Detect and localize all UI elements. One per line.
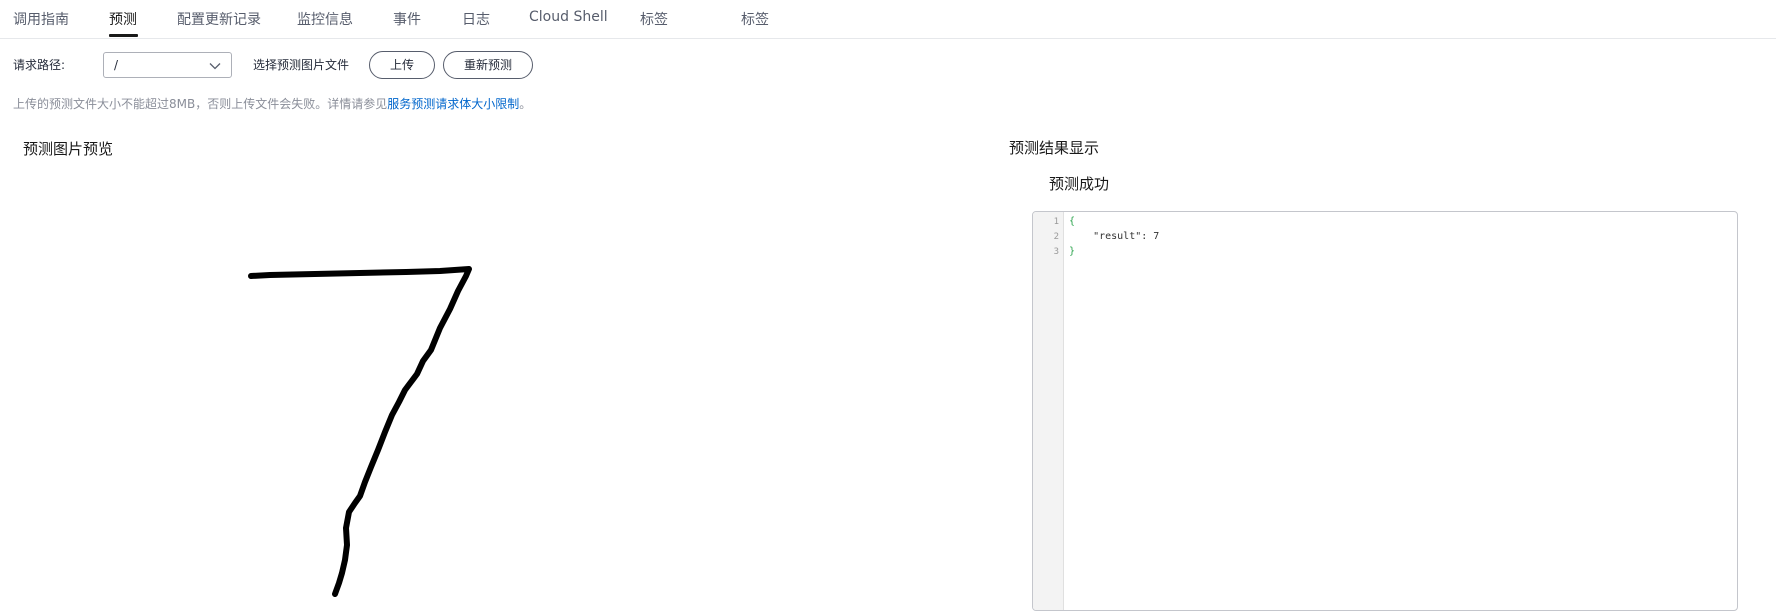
- select-file-label: 选择预测图片文件: [253, 58, 350, 72]
- tab-logs[interactable]: 日志: [462, 9, 490, 29]
- hint-suffix: 。: [519, 97, 532, 111]
- tab-monitoring[interactable]: 监控信息: [297, 9, 353, 29]
- tab-bar: 调用指南 预测 配置更新记录 监控信息 事件 日志 Cloud Shell 标签…: [0, 0, 1776, 39]
- code-line-result: "result": 7: [1069, 231, 1160, 242]
- size-limit-link[interactable]: 服务预测请求体大小限制: [387, 97, 519, 111]
- result-title: 预测结果显示: [1009, 139, 1100, 157]
- hint-text: 上传的预测文件大小不能超过8MB，否则上传文件会失败。详情请参见: [13, 97, 388, 111]
- tab-tags-2[interactable]: 标签: [741, 9, 769, 29]
- tab-config-history[interactable]: 配置更新记录: [177, 9, 261, 29]
- prediction-image-preview: [22, 160, 922, 601]
- chevron-down-icon: [209, 63, 221, 70]
- upload-button[interactable]: 上传: [369, 51, 435, 79]
- code-line-close-brace: }: [1069, 246, 1076, 257]
- tab-events[interactable]: 事件: [393, 9, 421, 29]
- line-number-gutter: 1 2 3: [1033, 212, 1064, 610]
- line-number: 2: [1053, 232, 1059, 242]
- preview-title: 预测图片预览: [23, 140, 114, 158]
- tab-invoke-guide[interactable]: 调用指南: [13, 9, 69, 29]
- result-json-viewer[interactable]: 1 2 3 { "result": 7 }: [1032, 211, 1738, 611]
- active-tab-indicator: [109, 34, 138, 37]
- request-path-value: /: [114, 58, 119, 72]
- handwritten-digit-image: [248, 266, 472, 597]
- upload-size-hint: 上传的预测文件大小不能超过8MB，否则上传文件会失败。详情请参见服务预测请求体大…: [13, 95, 531, 112]
- tab-tags[interactable]: 标签: [640, 9, 668, 29]
- request-path-label: 请求路径:: [13, 58, 66, 72]
- tab-predict[interactable]: 预测: [109, 9, 137, 29]
- request-path-select[interactable]: /: [103, 52, 232, 78]
- prediction-status: 预测成功: [1049, 175, 1110, 193]
- tab-cloud-shell[interactable]: Cloud Shell: [529, 9, 608, 25]
- line-number: 3: [1053, 247, 1059, 257]
- line-number: 1: [1053, 217, 1059, 227]
- repredict-button[interactable]: 重新预测: [443, 51, 533, 79]
- code-line-open-brace: {: [1069, 216, 1076, 227]
